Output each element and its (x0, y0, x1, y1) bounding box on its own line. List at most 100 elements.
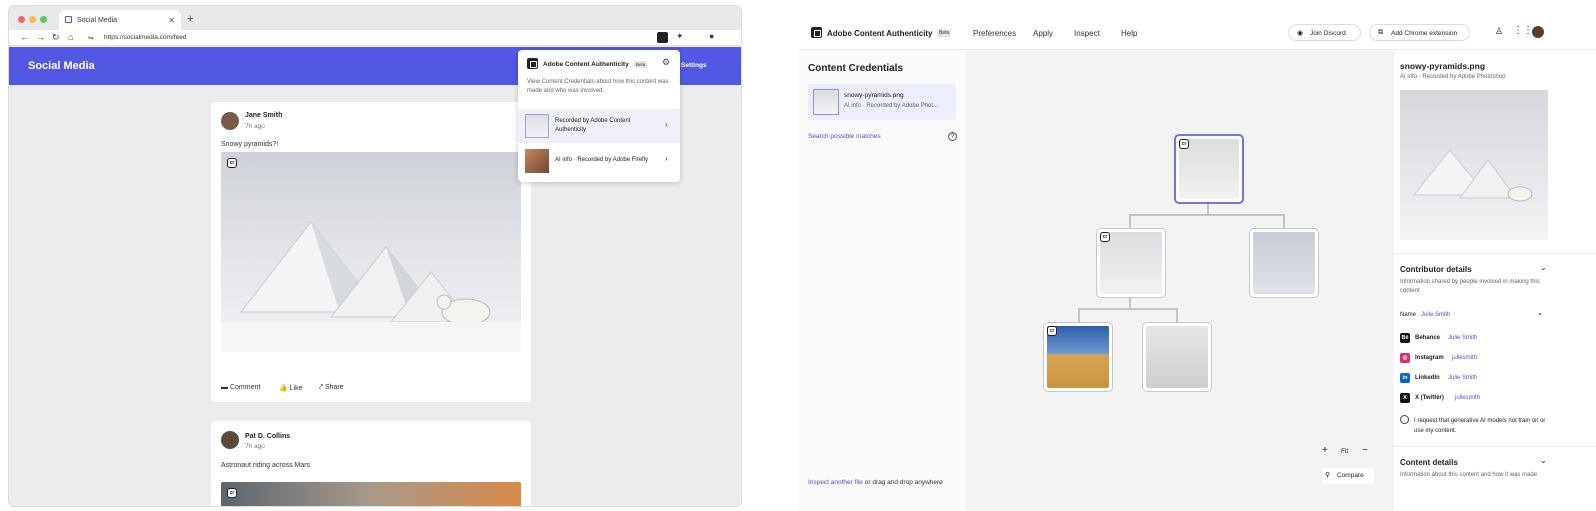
social-handle[interactable]: juliesmith (1452, 355, 1477, 361)
menu-inspect[interactable]: Inspect (1074, 29, 1100, 38)
menu-apply[interactable]: Apply (1033, 29, 1053, 38)
forward-icon[interactable]: → (36, 32, 45, 42)
zoom-in-icon[interactable]: + (1322, 445, 1328, 456)
tree-node-current[interactable]: cr (1174, 134, 1244, 204)
help-icon[interactable]: ? (948, 132, 957, 141)
gear-icon[interactable]: ⚙ (662, 57, 670, 68)
compare-button[interactable]: ⚲ Compare (1322, 468, 1374, 484)
content-credentials-badge-icon[interactable]: cr (227, 488, 237, 498)
new-tab-icon[interactable]: + (187, 13, 193, 25)
url-text[interactable]: https://socialmedia.com/feed (104, 34, 186, 41)
extension-icon: ⧉ (1378, 29, 1383, 36)
right-panel: snowy-pyramids.png AI info · Recorded by… (1394, 50, 1596, 511)
tree-connector (1283, 214, 1285, 228)
name-value[interactable]: Julie Smith (1421, 312, 1450, 318)
tree-connector (1176, 308, 1178, 322)
post-text: Astronaut riding across Mars (221, 462, 311, 469)
tree-node[interactable]: cr (1043, 322, 1113, 392)
avatar[interactable] (1532, 26, 1544, 38)
content-credentials-badge-icon[interactable]: cr (227, 158, 237, 168)
social-handle[interactable]: juliesmith (1455, 395, 1480, 401)
menu-preferences[interactable]: Preferences (973, 29, 1016, 38)
social-row: X X (Twitter) juliesmith (1400, 393, 1550, 405)
post-text: Snowy pyramids?! (221, 141, 279, 148)
avatar[interactable] (221, 431, 239, 449)
home-icon[interactable]: ⌂ (68, 32, 73, 42)
inspect-another-link[interactable]: Inspect another file (808, 479, 863, 486)
popup-item-label: Recorded by Adobe Content Authenticity (555, 118, 631, 133)
compare-icon: ⚲ (1325, 472, 1331, 479)
share-label: Share (324, 384, 344, 391)
tree-node[interactable] (1249, 228, 1319, 298)
compare-label: Compare (1337, 472, 1364, 479)
post-card: Jane Smith 7h ago Snowy pyramids?! cr ▬ … (211, 102, 531, 402)
favicon-icon (65, 16, 72, 23)
post-image[interactable]: cr (221, 152, 521, 352)
avatar[interactable] (221, 112, 239, 130)
popup-item[interactable]: AI info · Recorded by Adobe Firefly › (518, 145, 680, 179)
site-settings-icon[interactable]: ⇋ (88, 34, 94, 42)
panel-heading: Content Credentials (808, 63, 904, 74)
join-discord-button[interactable]: ◉ Join Discord (1288, 24, 1361, 41)
back-icon[interactable]: ← (20, 32, 29, 42)
file-item[interactable]: snowy-pyramids.png AI info · Recorded by… (808, 84, 956, 120)
add-chrome-label: Add Chrome extension (1391, 30, 1458, 37)
preview-image (1400, 90, 1548, 240)
popup-description: View Content Credentials about how this … (527, 79, 669, 94)
post-author[interactable]: Jane Smith (245, 112, 282, 119)
tree-connector (1078, 308, 1080, 322)
reload-icon[interactable]: ↻ (52, 32, 60, 43)
tree-node[interactable]: cr (1096, 228, 1166, 298)
settings-button[interactable]: Settings (681, 62, 707, 69)
accessibility-icon[interactable]: ♙ (1495, 26, 1503, 37)
zoom-fit-button[interactable]: Fit (1341, 448, 1348, 455)
ai-training-request: I request that generative AI models not … (1414, 418, 1546, 434)
join-discord-label: Join Discord (1310, 30, 1346, 37)
like-button[interactable]: 👍 Like (279, 384, 303, 392)
file-subtitle: AI info · Recorded by Adobe Phot... (844, 103, 939, 109)
chevron-right-icon: › (665, 120, 668, 129)
ai-restriction-icon (1400, 415, 1409, 424)
comment-button[interactable]: ▬ Comment (221, 384, 260, 391)
profile-icon[interactable]: ● (709, 31, 714, 41)
content-credentials-badge-icon: cr (1179, 139, 1189, 149)
social-row: in LinkedIn Julie Smith (1400, 373, 1550, 385)
post-author[interactable]: Pat D. Collins (245, 433, 290, 440)
address-bar: ← → ↻ ⌂ ⇋ https://socialmedia.com/feed ✦… (9, 30, 741, 46)
share-button[interactable]: ⤤ Share (319, 384, 344, 392)
close-tab-icon[interactable]: ✕ (168, 16, 175, 25)
browser-tab[interactable]: Social Media ✕ (59, 10, 181, 30)
provenance-canvas[interactable]: cr cr cr + Fit − ⚲ Compare (966, 50, 1394, 511)
tab-bar: Social Media ✕ + (9, 6, 741, 30)
tab-title: Social Media (77, 17, 118, 24)
apps-grid-icon[interactable]: ⋮⋮ (1513, 25, 1533, 36)
post-time: 7h ago (245, 123, 265, 130)
tree-node[interactable] (1142, 322, 1212, 392)
search-matches-link[interactable]: Search possible matches (808, 133, 881, 140)
minimize-window-dot[interactable] (29, 16, 36, 23)
menu-help[interactable]: Help (1121, 29, 1137, 38)
app-header: Adobe Content Authenticity Beta Preferen… (798, 16, 1596, 50)
social-platform: Behance (1415, 335, 1441, 341)
maximize-window-dot[interactable] (40, 16, 47, 23)
social-handle[interactable]: Julie Smith (1448, 335, 1477, 341)
thumbnail (525, 114, 549, 138)
chevron-down-icon[interactable]: ⌄ (1540, 263, 1547, 272)
comment-label: Comment (229, 384, 261, 391)
content-authenticity-extension-icon[interactable] (657, 32, 668, 43)
close-window-dot[interactable] (18, 16, 25, 23)
snowy-pyramids-image (221, 221, 521, 352)
chevron-down-icon[interactable]: ⌄ (1540, 456, 1547, 465)
extensions-icon[interactable]: ✦ (676, 31, 684, 42)
social-handle[interactable]: Julie Smith (1448, 375, 1477, 381)
post-time: 7h ago (245, 443, 265, 450)
tree-connector (1129, 298, 1131, 308)
app-title: Social Media (28, 60, 95, 72)
post-card: Pat D. Collins 7h ago Astronaut riding a… (211, 421, 531, 506)
file-subtitle: AI info · Recorded by Adobe Photoshop (1400, 74, 1506, 80)
popup-item[interactable]: Recorded by Adobe Content Authenticity › (518, 109, 680, 143)
add-chrome-extension-button[interactable]: ⧉ Add Chrome extension (1369, 24, 1470, 41)
zoom-out-icon[interactable]: − (1362, 445, 1368, 456)
post-image[interactable]: cr (221, 482, 521, 506)
social-platform: LinkedIn (1415, 375, 1440, 381)
